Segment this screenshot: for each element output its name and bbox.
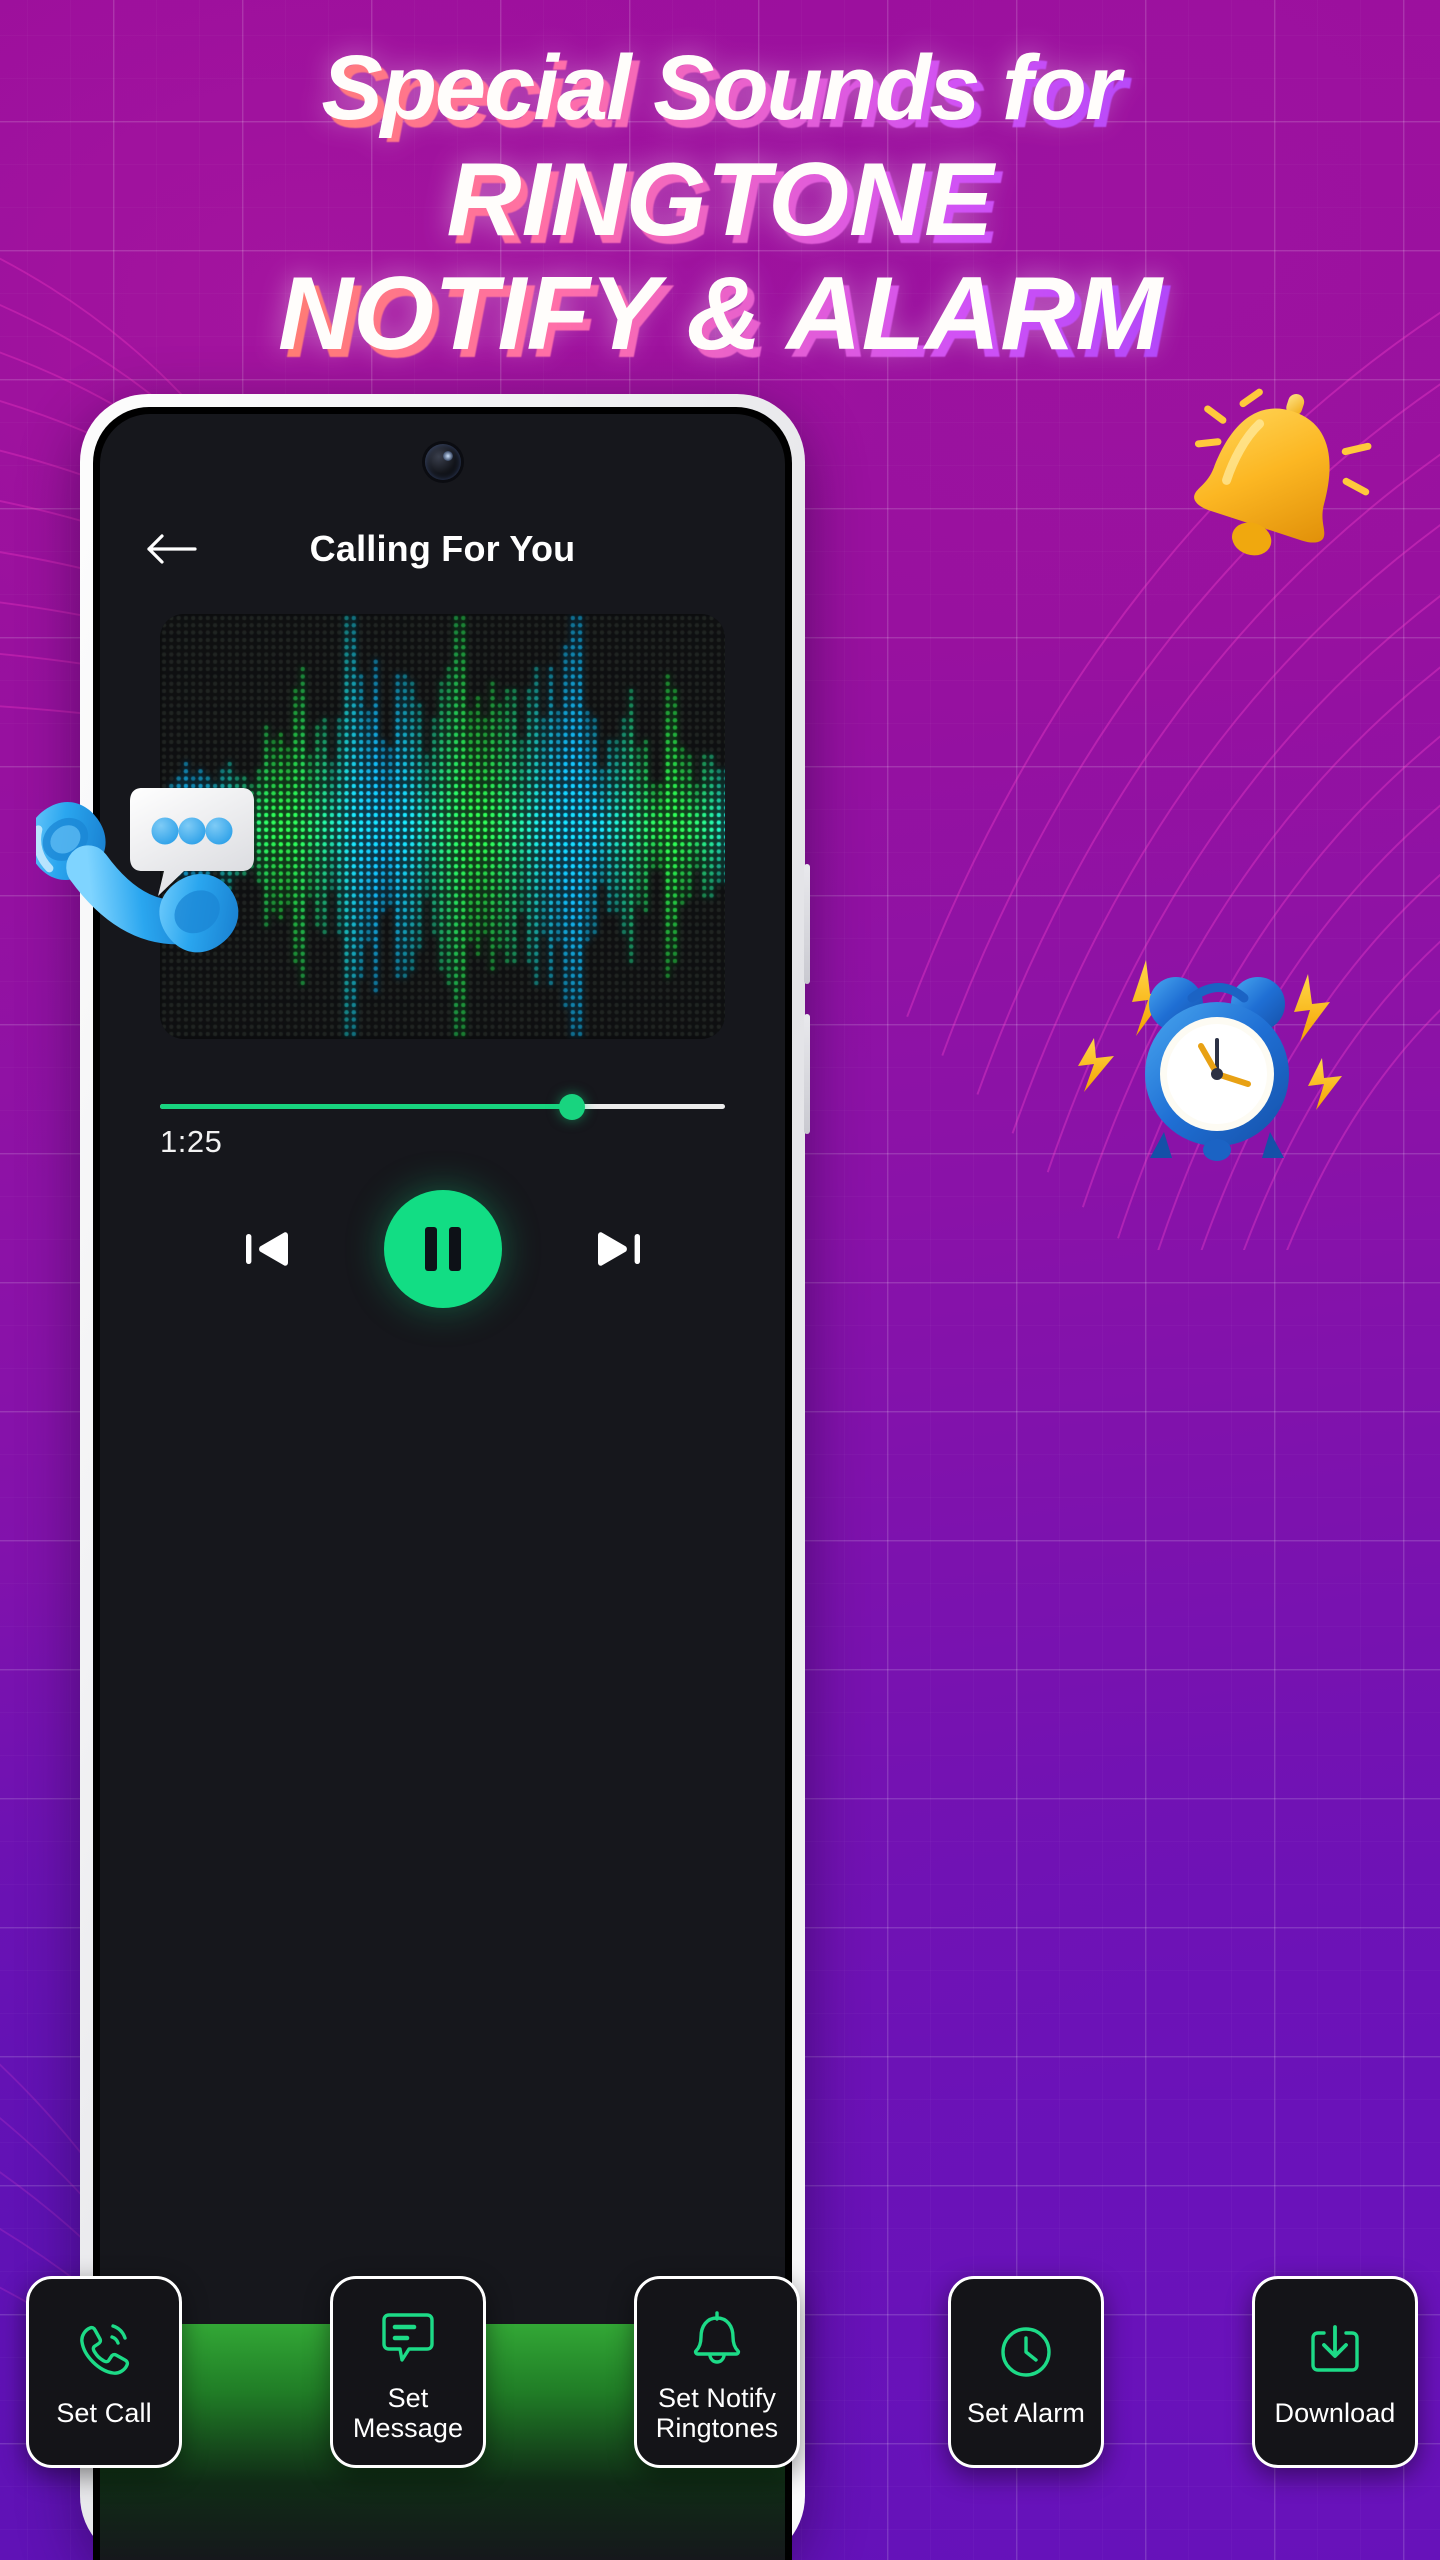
set-call-label: Set Call	[56, 2397, 152, 2428]
chat-bubble-3d-decoration	[130, 788, 254, 896]
headline-line-1: Special Sounds for Special Sounds for Sp…	[0, 42, 1440, 142]
phone-call-icon	[73, 2318, 135, 2384]
seek-thumb[interactable]	[559, 1094, 586, 1120]
app-screen: Calling For You 1:25	[100, 414, 785, 2560]
set-alarm-button[interactable]: Set Alarm	[948, 2276, 1104, 2468]
app-header: Calling For You	[100, 504, 785, 594]
play-pause-button[interactable]	[383, 1190, 502, 1308]
download-button[interactable]: Download	[1252, 2276, 1418, 2468]
alarm-clock-3d-decoration	[1078, 960, 1342, 1161]
phone-mockup: Calling For You 1:25	[80, 394, 810, 2560]
bell-3d-decoration	[1194, 388, 1372, 556]
seek-fill	[160, 1104, 573, 1109]
headline-line-2: RINGTONE RINGTONE RINGTONE	[0, 148, 1440, 260]
back-button[interactable]	[144, 526, 200, 572]
set-call-button[interactable]: Set Call	[26, 2276, 182, 2468]
headline-line-1-text: Special Sounds for	[321, 37, 1120, 139]
player-controls	[100, 1184, 785, 1314]
skip-next-icon	[597, 1232, 640, 1266]
next-button[interactable]	[590, 1220, 648, 1278]
pause-icon	[424, 1227, 437, 1271]
headline-line-3-text: NOTIFY & ALARM	[278, 256, 1162, 372]
bell-icon	[687, 2303, 747, 2369]
previous-button[interactable]	[238, 1220, 296, 1278]
clock-icon	[996, 2318, 1056, 2384]
seek-bar[interactable]	[160, 1094, 725, 1120]
headline-line-3: NOTIFY & ALARM NOTIFY & ALARM NOTIFY & A…	[0, 262, 1440, 374]
page-title: Calling For You	[309, 528, 576, 569]
set-alarm-label: Set Alarm	[967, 2397, 1085, 2428]
download-label: Download	[1274, 2397, 1396, 2428]
headline-line-2-text: RINGTONE	[446, 142, 994, 258]
skip-previous-icon	[245, 1232, 288, 1266]
set-message-button[interactable]: Set Message	[330, 2276, 486, 2468]
phone-volume-down-button[interactable]	[804, 1014, 810, 1134]
set-notify-ringtones-label: Set Notify Ringtones	[655, 2382, 779, 2443]
phone-volume-up-button[interactable]	[804, 864, 810, 984]
phone-screen: Calling For You 1:25	[93, 407, 792, 2560]
pause-icon-second-bar	[448, 1227, 461, 1271]
front-camera-icon	[424, 444, 461, 480]
action-button-row: Set Call Set Message Set Notify Ringtones	[26, 2276, 1418, 2468]
message-icon	[378, 2303, 438, 2369]
download-icon	[1305, 2318, 1365, 2384]
promo-headline: Special Sounds for Special Sounds for Sp…	[0, 42, 1440, 374]
elapsed-time-label: 1:25	[160, 1124, 223, 1159]
set-notify-ringtones-button[interactable]: Set Notify Ringtones	[634, 2276, 800, 2468]
set-message-label: Set Message	[352, 2382, 464, 2443]
arrow-left-icon	[147, 534, 197, 564]
